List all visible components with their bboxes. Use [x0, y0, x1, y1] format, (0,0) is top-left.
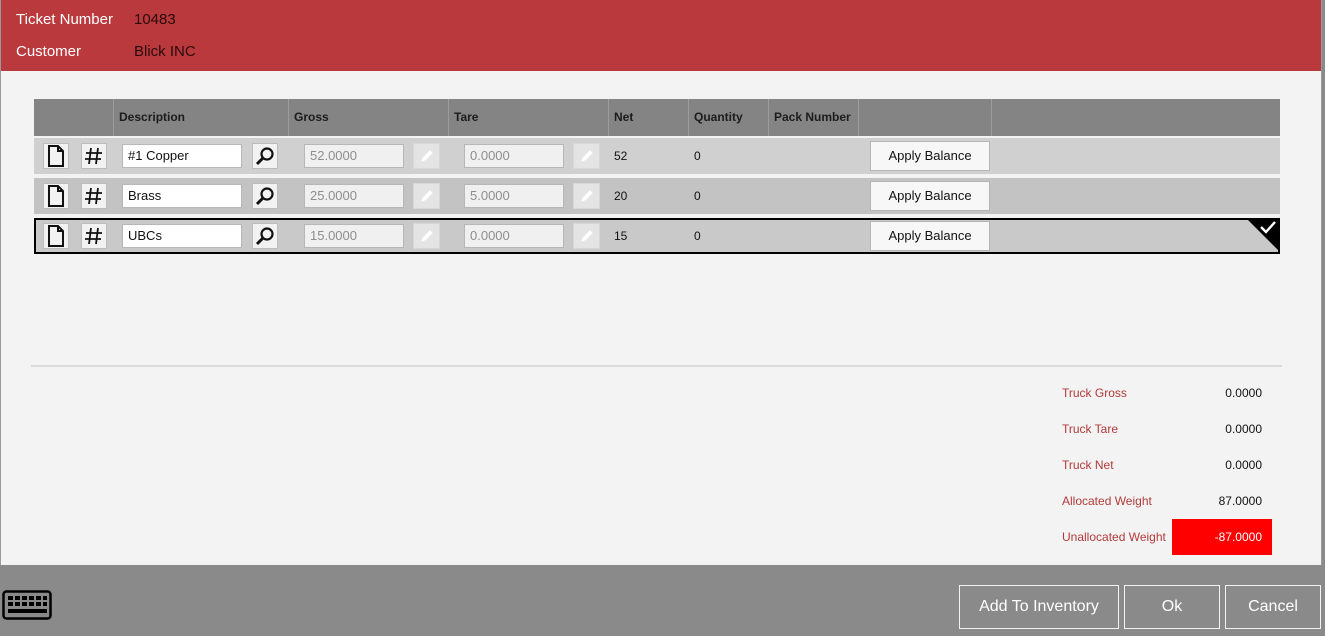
quantity-value: 0 — [694, 229, 701, 243]
truck-tare-label: Truck Tare — [1062, 422, 1119, 436]
net-value: 15 — [614, 229, 628, 243]
allocated-weight-row: Allocated Weight 87.0000 — [1062, 483, 1272, 519]
hash-icon[interactable] — [81, 183, 107, 209]
tare-input[interactable]: 0.0000 — [464, 144, 564, 168]
pencil-icon[interactable] — [573, 143, 600, 169]
allocated-weight-value: 87.0000 — [1218, 494, 1262, 508]
checkmark-icon — [1260, 221, 1276, 234]
pencil-icon[interactable] — [413, 143, 440, 169]
column-header-description[interactable]: Description — [113, 99, 288, 136]
hash-icon[interactable] — [81, 143, 107, 169]
cancel-button[interactable]: Cancel — [1225, 585, 1321, 629]
grid-header-actions — [34, 99, 113, 136]
pencil-icon[interactable] — [413, 223, 440, 249]
customer-row: Customer Blick INC — [16, 43, 196, 60]
magnifier-icon[interactable] — [252, 223, 278, 249]
magnifier-icon[interactable] — [252, 143, 278, 169]
tare-input[interactable]: 5.0000 — [464, 184, 564, 208]
customer-value: Blick INC — [134, 43, 196, 60]
grid-header: Description Gross Tare Net Quantity Pack… — [34, 99, 1280, 136]
column-header-filler — [991, 99, 1280, 136]
description-input[interactable]: UBCs — [122, 224, 242, 248]
allocated-weight-label: Allocated Weight — [1062, 494, 1152, 508]
keyboard-icon[interactable] — [2, 590, 52, 620]
column-header-net[interactable]: Net — [608, 99, 688, 136]
line-items-grid: Description Gross Tare Net Quantity Pack… — [34, 99, 1280, 256]
column-header-apply — [858, 99, 991, 136]
apply-balance-button[interactable]: Apply Balance — [870, 181, 990, 211]
document-icon[interactable] — [43, 183, 69, 209]
truck-gross-row: Truck Gross 0.0000 — [1062, 375, 1272, 411]
unallocated-weight-row: Unallocated Weight -87.0000 — [1062, 519, 1272, 555]
truck-gross-value: 0.0000 — [1225, 386, 1262, 400]
grid-row[interactable]: #1 Copper 52.0000 0.0000 52 0 Apply Bala… — [34, 136, 1280, 176]
pencil-icon[interactable] — [573, 223, 600, 249]
truck-net-label: Truck Net — [1062, 458, 1114, 472]
truck-gross-label: Truck Gross — [1062, 386, 1127, 400]
net-value: 52 — [614, 149, 628, 163]
add-to-inventory-button[interactable]: Add To Inventory — [959, 585, 1119, 629]
ticket-window: Ticket Number 10483 Customer Blick INC Des… — [0, 0, 1322, 565]
pencil-icon[interactable] — [573, 183, 600, 209]
net-value: 20 — [614, 189, 628, 203]
gross-input[interactable]: 15.0000 — [304, 224, 404, 248]
document-icon[interactable] — [43, 223, 69, 249]
description-input[interactable]: #1 Copper — [122, 144, 242, 168]
grid-row-selected[interactable]: UBCs 15.0000 0.0000 15 0 Apply Balance — [34, 216, 1280, 256]
magnifier-icon[interactable] — [252, 183, 278, 209]
ok-button[interactable]: Ok — [1124, 585, 1220, 629]
footer-bar: Add To Inventory Ok Cancel — [0, 565, 1325, 636]
truck-tare-row: Truck Tare 0.0000 — [1062, 411, 1272, 447]
tare-input[interactable]: 0.0000 — [464, 224, 564, 248]
column-header-quantity[interactable]: Quantity — [688, 99, 768, 136]
column-header-tare[interactable]: Tare — [448, 99, 608, 136]
column-header-gross[interactable]: Gross — [288, 99, 448, 136]
ticket-header: Ticket Number 10483 Customer Blick INC — [1, 0, 1321, 71]
truck-tare-value: 0.0000 — [1225, 422, 1262, 436]
apply-balance-button[interactable]: Apply Balance — [870, 141, 990, 171]
pencil-icon[interactable] — [413, 183, 440, 209]
description-input[interactable]: Brass — [122, 184, 242, 208]
gross-input[interactable]: 52.0000 — [304, 144, 404, 168]
section-divider — [31, 365, 1282, 367]
truck-net-row: Truck Net 0.0000 — [1062, 447, 1272, 483]
apply-balance-button[interactable]: Apply Balance — [870, 221, 990, 251]
unallocated-weight-value: -87.0000 — [1214, 530, 1262, 544]
grid-row[interactable]: Brass 25.0000 5.0000 20 0 Apply Balance — [34, 176, 1280, 216]
column-header-pack-number[interactable]: Pack Number — [768, 99, 858, 136]
gross-input[interactable]: 25.0000 — [304, 184, 404, 208]
truck-net-value: 0.0000 — [1225, 458, 1262, 472]
quantity-value: 0 — [694, 149, 701, 163]
quantity-value: 0 — [694, 189, 701, 203]
unallocated-weight-label: Unallocated Weight — [1062, 530, 1166, 544]
ticket-number-row: Ticket Number 10483 — [16, 11, 176, 28]
ticket-number-label: Ticket Number — [16, 11, 113, 28]
ticket-number-value: 10483 — [134, 11, 176, 28]
document-icon[interactable] — [43, 143, 69, 169]
customer-label: Customer — [16, 43, 82, 60]
hash-icon[interactable] — [81, 223, 107, 249]
